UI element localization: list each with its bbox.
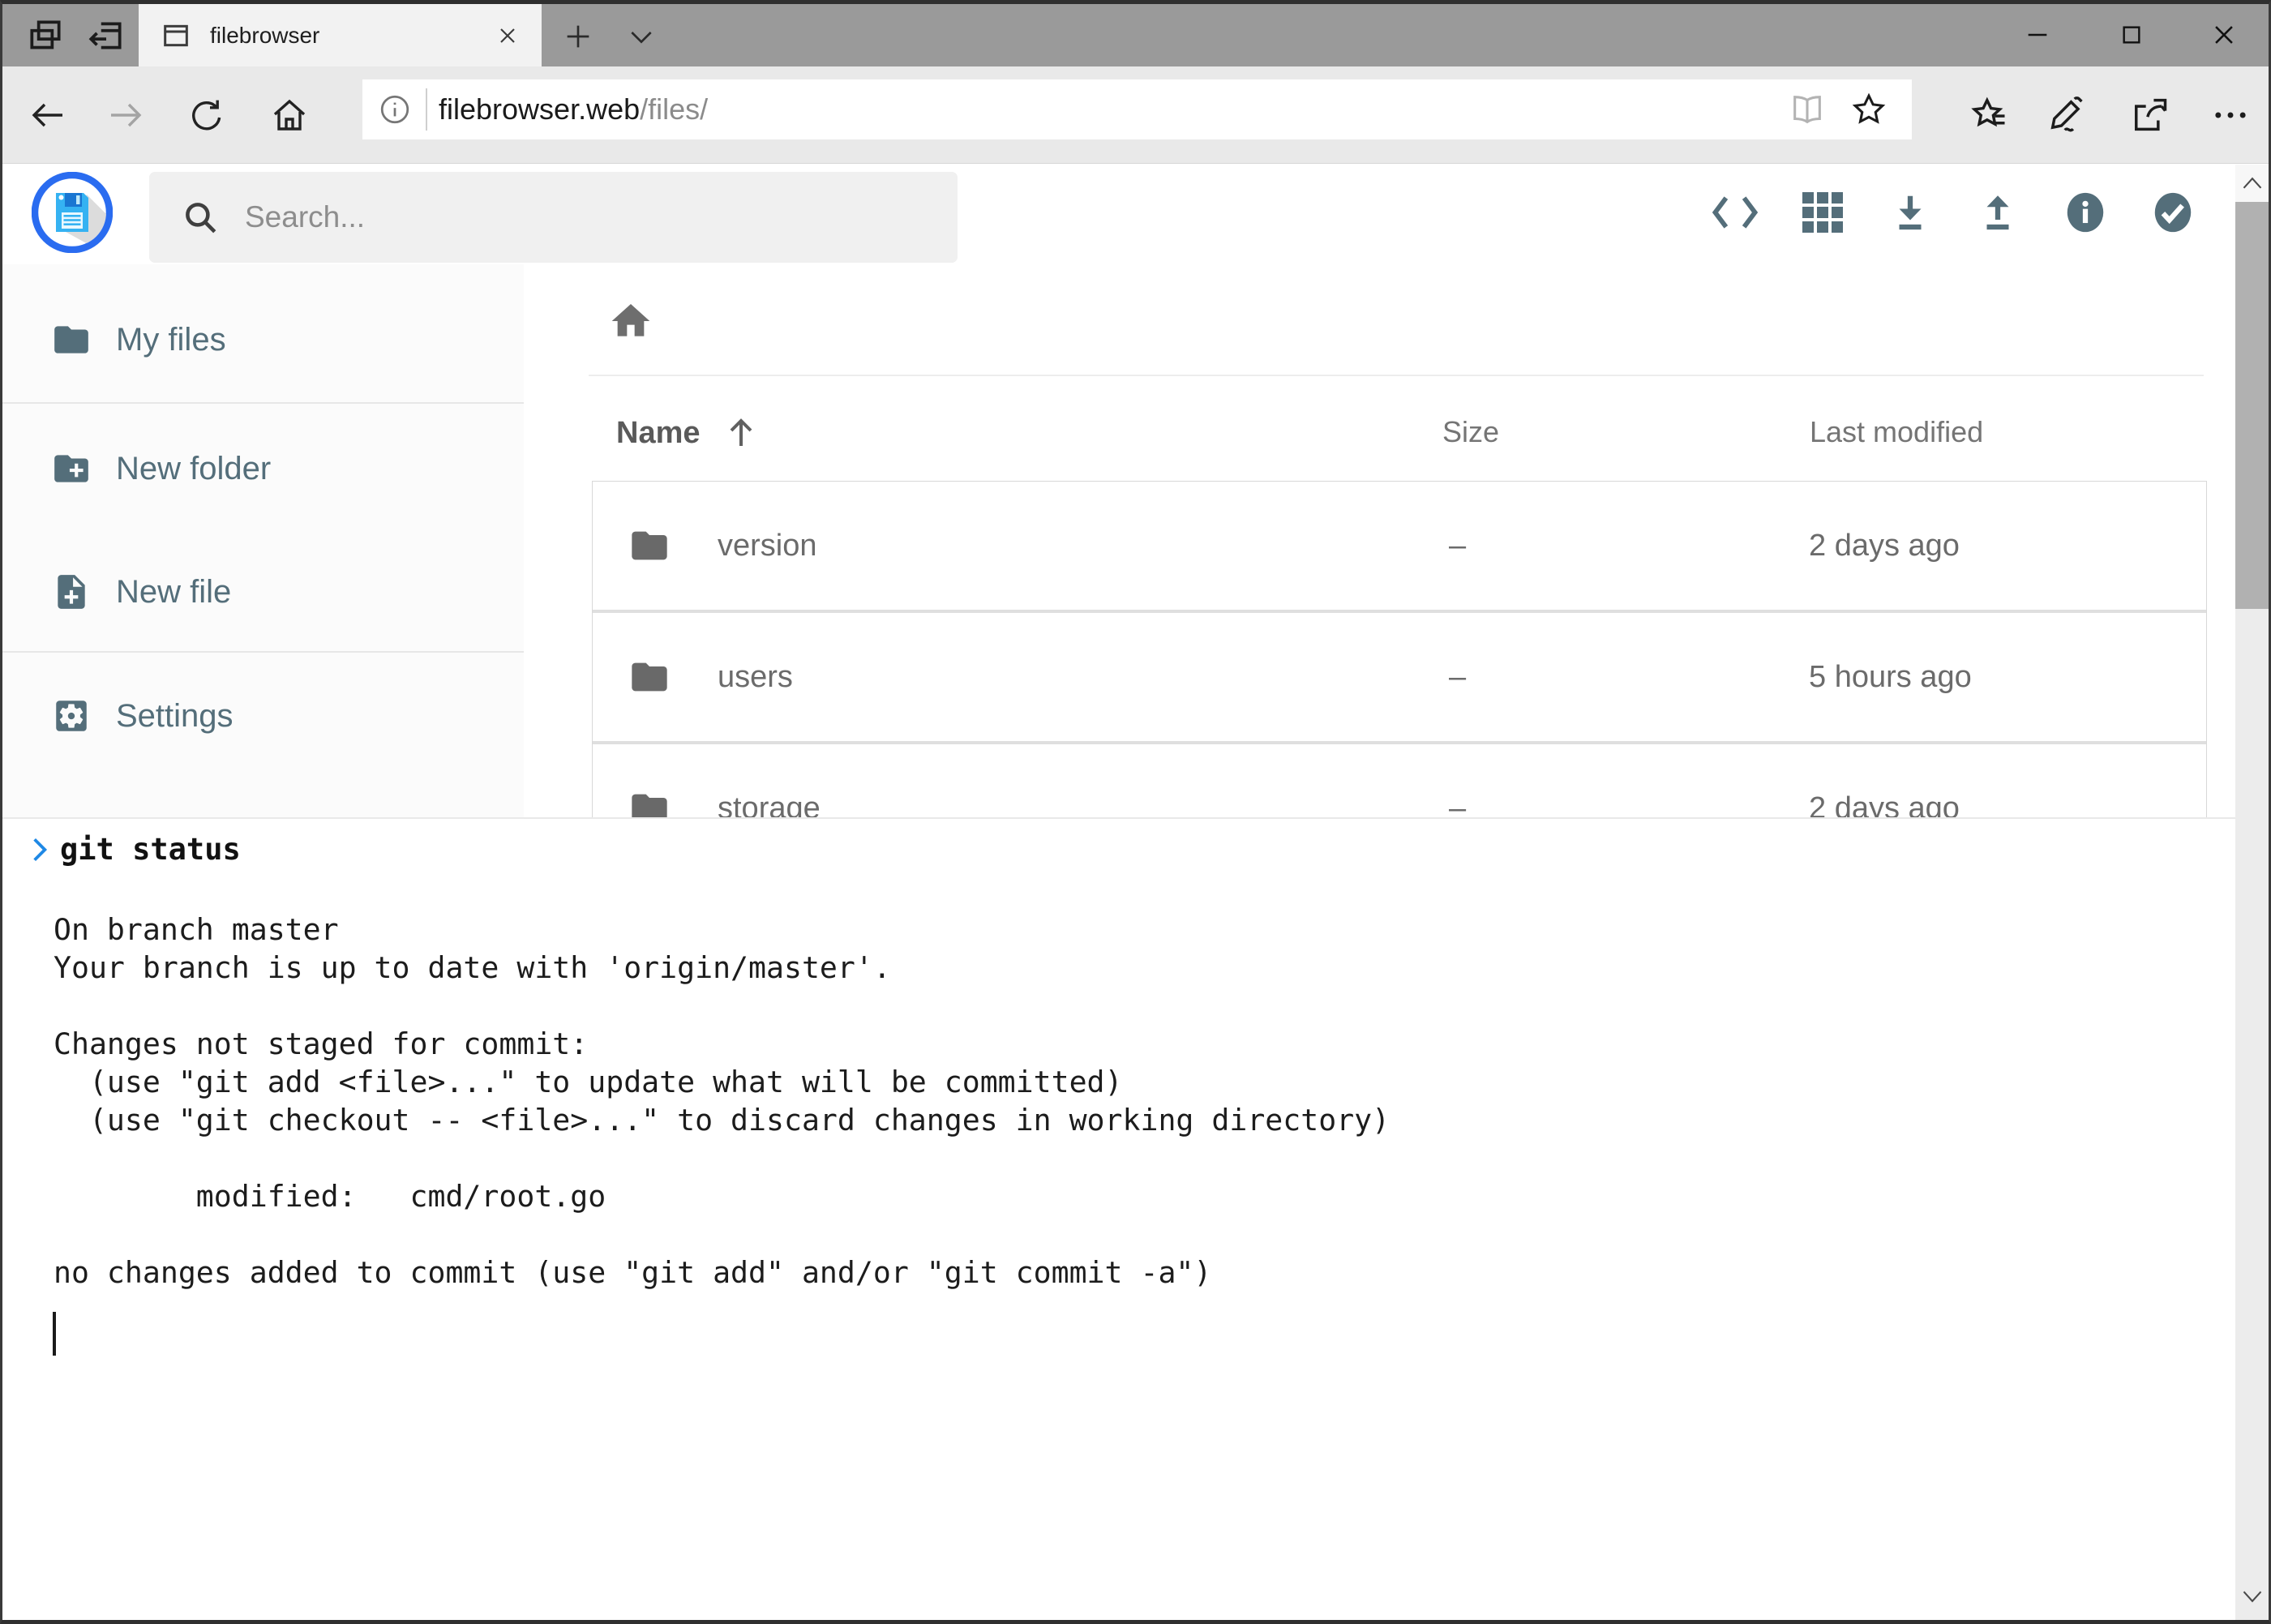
scroll-up-button[interactable] <box>2235 165 2269 202</box>
window-minimize-button[interactable] <box>2015 14 2060 56</box>
file-size: – <box>1449 660 1466 695</box>
tab-title: filebrowser <box>210 23 319 49</box>
file-name: users <box>718 660 793 695</box>
column-header-name: Name <box>616 416 701 451</box>
add-favorite-star-icon[interactable] <box>1850 91 1888 128</box>
tab-close-icon[interactable] <box>495 23 521 49</box>
column-header-size[interactable]: Size <box>1442 415 1499 449</box>
tab-bar: filebrowser <box>2 4 2269 66</box>
tabs-set-aside-list-icon[interactable] <box>25 15 66 56</box>
url-divider <box>426 88 427 131</box>
file-size: – <box>1449 529 1466 563</box>
folder-icon <box>628 525 671 567</box>
url-host: filebrowser.web <box>439 92 640 126</box>
new-tab-button[interactable] <box>562 20 594 53</box>
terminal-output: On branch master Your branch is up to da… <box>54 872 1390 1292</box>
terminal-prompt-line: git status <box>29 832 241 867</box>
window-maximize-button[interactable] <box>2109 14 2154 56</box>
search-icon <box>180 197 221 238</box>
filebrowser-page: My files New folder New file Sett <box>2 165 2269 1620</box>
select-check-icon[interactable] <box>2149 189 2196 236</box>
search-input[interactable] <box>245 200 910 234</box>
breadcrumb-home-icon[interactable] <box>608 298 653 344</box>
listing-header-row: Name Size Last modified <box>592 407 2207 456</box>
site-info-icon[interactable] <box>377 92 413 127</box>
more-options-icon[interactable] <box>2209 94 2252 136</box>
filebrowser-logo[interactable] <box>32 172 113 253</box>
search-bar[interactable] <box>149 172 958 263</box>
sort-by-name[interactable]: Name <box>616 413 761 452</box>
sidebar-item-label: New file <box>116 574 231 611</box>
raw-code-view-icon[interactable] <box>1712 189 1759 236</box>
url-field[interactable]: filebrowser.web/files/ <box>362 79 1912 139</box>
sidebar-divider <box>2 651 524 653</box>
annotate-pen-icon[interactable] <box>2046 94 2088 136</box>
scrollbar-thumb[interactable] <box>2235 202 2269 609</box>
tab-preview-chevron-icon[interactable] <box>625 20 658 53</box>
sidebar-item-my-files[interactable]: My files <box>51 315 226 365</box>
sidebar-item-label: Settings <box>116 698 234 735</box>
folder-icon <box>628 656 671 698</box>
back-button[interactable] <box>28 96 67 135</box>
url-text: filebrowser.web/files/ <box>439 92 708 126</box>
download-icon[interactable] <box>1887 189 1934 236</box>
file-row-version[interactable]: version – 2 days ago <box>593 482 2206 610</box>
new-folder-icon <box>51 448 92 489</box>
scroll-down-button[interactable] <box>2235 1578 2269 1615</box>
sidebar-item-label: New folder <box>116 451 271 487</box>
file-row-users[interactable]: users – 5 hours ago <box>593 613 2206 741</box>
window-close-button[interactable] <box>2201 14 2247 56</box>
terminal-panel[interactable]: git status On branch master Your branch … <box>2 817 2235 1620</box>
header-toolbar <box>1712 189 2196 236</box>
sidebar-item-label: My files <box>116 322 226 358</box>
new-file-icon <box>51 572 92 612</box>
address-bar: filebrowser.web/files/ <box>2 66 2269 164</box>
hub-favorites-icon[interactable] <box>1968 94 2010 136</box>
sidebar-item-new-folder[interactable]: New folder <box>51 443 271 494</box>
terminal-cursor <box>53 1312 56 1356</box>
home-button[interactable] <box>270 96 309 135</box>
upload-icon[interactable] <box>1974 189 2021 236</box>
folder-icon <box>51 319 92 360</box>
file-name: version <box>718 529 817 563</box>
reading-view-icon[interactable] <box>1789 91 1826 128</box>
browser-window: filebrowser <box>0 0 2271 1624</box>
sidebar-item-settings[interactable]: Settings <box>51 691 234 741</box>
terminal-command: git status <box>60 832 241 867</box>
refresh-button[interactable] <box>187 96 226 135</box>
page-scrollbar[interactable] <box>2235 165 2269 1620</box>
forward-button[interactable] <box>106 96 145 135</box>
browser-tab[interactable]: filebrowser <box>139 4 542 66</box>
file-modified: 5 hours ago <box>1809 660 1972 695</box>
file-list: version – 2 days ago users – 5 hours ago <box>592 481 2207 873</box>
sidebar-divider <box>2 402 524 404</box>
sort-ascending-icon <box>722 413 761 452</box>
url-path: /files/ <box>640 92 708 126</box>
column-header-modified[interactable]: Last modified <box>1810 415 1983 449</box>
tab-favicon-icon <box>160 19 192 52</box>
sidebar-item-new-file[interactable]: New file <box>51 567 231 617</box>
terminal-prompt-icon <box>29 834 50 865</box>
breadcrumb-divider <box>589 375 2204 376</box>
settings-gear-icon <box>51 696 92 736</box>
grid-view-icon[interactable] <box>1799 189 1846 236</box>
info-icon[interactable] <box>2062 189 2109 236</box>
file-modified: 2 days ago <box>1809 529 1960 563</box>
set-tabs-aside-icon[interactable] <box>86 15 126 56</box>
share-icon[interactable] <box>2128 94 2170 136</box>
